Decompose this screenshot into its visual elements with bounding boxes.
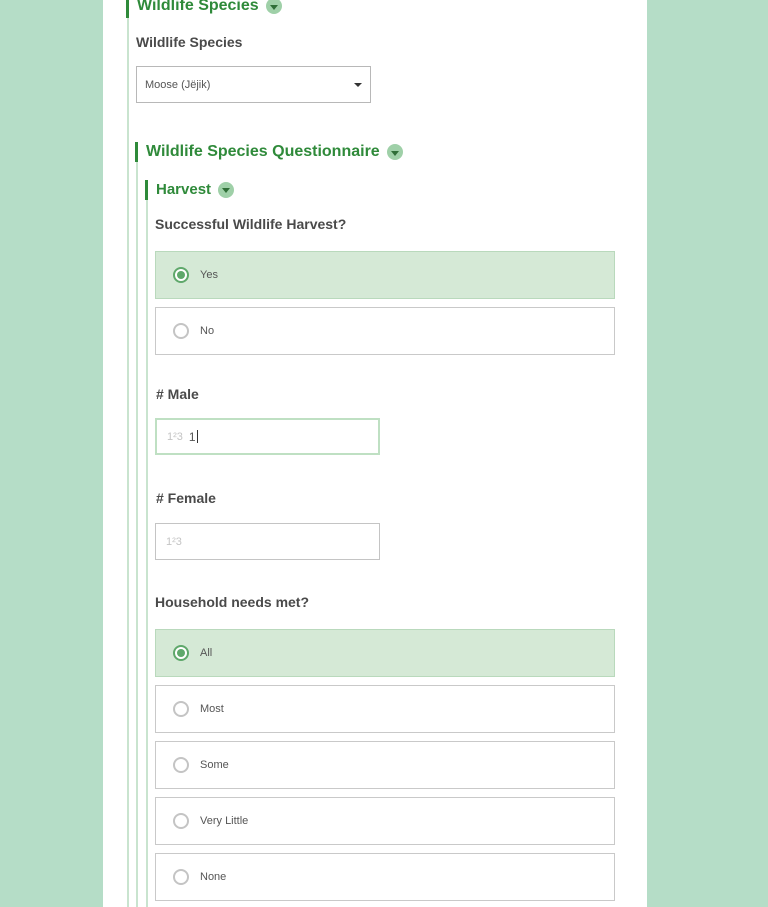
species-select-value: Moose (Jëjik): [145, 78, 211, 91]
harvest-group-marker: [145, 180, 148, 200]
text-cursor: [196, 430, 198, 443]
collapse-chevron-icon[interactable]: [386, 144, 403, 160]
radio-option-some[interactable]: Some: [155, 741, 615, 789]
species-select[interactable]: Moose (Jëjik): [136, 66, 371, 103]
radio-option-very-little[interactable]: Very Little: [155, 797, 615, 845]
questionnaire-group-line: [136, 142, 138, 907]
radio-option-label: None: [200, 871, 227, 883]
species-group-marker: [126, 0, 129, 18]
radio-option-label: All: [200, 647, 213, 659]
radio-option-yes[interactable]: Yes: [155, 251, 615, 299]
radio-option-none[interactable]: None: [155, 853, 615, 901]
radio-unchecked-icon: [173, 869, 189, 885]
radio-unchecked-icon: [173, 757, 189, 773]
harvest-group-title-text: Harvest: [156, 181, 212, 198]
male-count-value: 1: [188, 429, 196, 444]
male-count-label: # Male: [156, 386, 199, 402]
species-field-label: Wildlife Species: [136, 34, 243, 50]
radio-option-label: Some: [200, 759, 229, 771]
radio-option-no[interactable]: No: [155, 307, 615, 355]
collapse-chevron-icon[interactable]: [218, 181, 235, 198]
radio-option-label: Most: [200, 703, 224, 715]
questionnaire-group-title-text: Wildlife Species Questionnaire: [146, 143, 380, 160]
radio-option-label: No: [200, 325, 215, 337]
harvest-group-title[interactable]: Harvest: [156, 181, 235, 198]
questionnaire-group-title[interactable]: Wildlife Species Questionnaire: [146, 143, 403, 161]
questionnaire-group-marker: [135, 142, 138, 162]
number-type-icon: 1²3: [166, 535, 182, 548]
form-panel: Wildlife Species Wildlife Species Moose …: [103, 0, 647, 907]
radio-option-most[interactable]: Most: [155, 685, 615, 733]
radio-unchecked-icon: [173, 813, 189, 829]
radio-option-label: Yes: [200, 269, 218, 281]
male-count-input[interactable]: 1²3 1: [155, 418, 380, 455]
species-group-title-text: Wildlife Species: [137, 0, 259, 14]
harvest-group-line: [146, 180, 148, 907]
household-needs-label: Household needs met?: [155, 594, 310, 610]
female-count-label: # Female: [156, 490, 216, 506]
radio-checked-icon: [173, 267, 189, 283]
radio-option-all[interactable]: All: [155, 629, 615, 677]
dropdown-caret-icon: [354, 83, 362, 87]
collapse-chevron-icon[interactable]: [265, 0, 282, 14]
radio-unchecked-icon: [173, 701, 189, 717]
female-count-input[interactable]: 1²3: [155, 523, 380, 560]
species-group-line: [127, 0, 129, 907]
radio-option-label: Very Little: [200, 815, 249, 827]
number-type-icon: 1²3: [167, 430, 183, 443]
radio-unchecked-icon: [173, 323, 189, 339]
species-group-title[interactable]: Wildlife Species: [137, 0, 282, 15]
radio-checked-icon: [173, 645, 189, 661]
successful-harvest-label: Successful Wildlife Harvest?: [155, 216, 347, 232]
